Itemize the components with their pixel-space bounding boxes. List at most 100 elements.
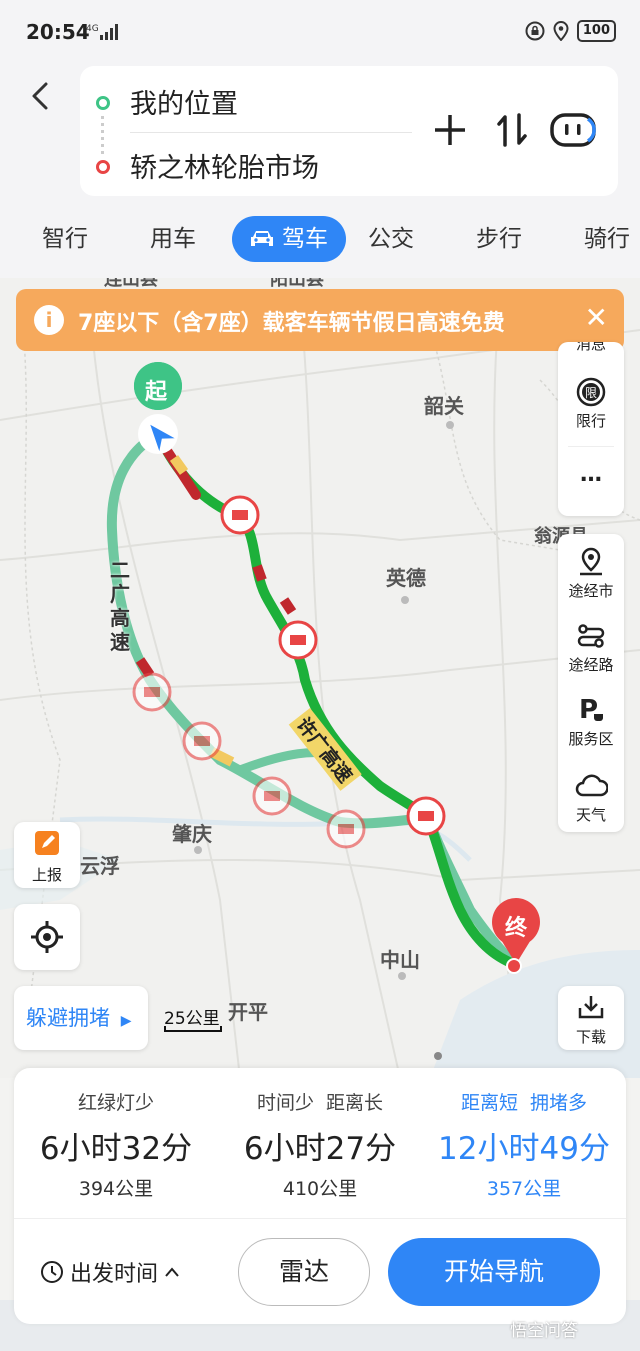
tab-walking[interactable]: 步行 (476, 216, 522, 262)
locate-icon (31, 921, 63, 953)
swap-route-button[interactable] (492, 110, 532, 150)
route-tools: 途经市 途经路 P 服务区 天气 (558, 534, 624, 832)
via-city-icon (580, 547, 602, 576)
more-button[interactable]: … (558, 462, 624, 487)
svg-text:限: 限 (585, 386, 597, 400)
caret-right-icon: ▶ (120, 1013, 132, 1029)
route-option-tags: 红绿灯少 (77, 1092, 154, 1114)
swap-icon (497, 113, 527, 147)
route-option-distance: 357公里 (486, 1178, 562, 1200)
notice-banner: i 7座以下（含7座）载客车辆节假日高速免费 ✕ (16, 289, 624, 351)
service-area-button[interactable]: P 服务区 (558, 694, 624, 749)
tab-car-hailing[interactable]: 用车 (150, 216, 196, 262)
map-tools-top: 消息 限 限行 … (558, 342, 624, 516)
city-yunfu: 云浮 (80, 854, 120, 878)
report-icon (35, 831, 59, 855)
plus-icon (435, 115, 465, 145)
route-option-distance: 410公里 (282, 1178, 358, 1200)
divider (14, 1218, 626, 1219)
city-zhaoqing: 肇庆 (172, 822, 212, 846)
more-icon: … (580, 462, 602, 487)
radar-button[interactable]: 雷达 (238, 1238, 370, 1306)
tab-smart[interactable]: 智行 (42, 216, 88, 262)
via-road-icon (577, 624, 605, 648)
message-label[interactable]: 消息 (558, 342, 624, 356)
start-navigation-button[interactable]: 开始导航 (388, 1238, 600, 1306)
route-panel: 我的位置 轿之林轮胎市场 智行 用车 驾车 公交 步行 骑行 (0, 64, 640, 278)
network-type: 4G (86, 24, 99, 34)
weather-label: 天气 (575, 806, 606, 824)
start-label: 起 (145, 380, 168, 405)
download-icon (578, 996, 604, 1019)
download-label: 下载 (575, 1028, 606, 1046)
city-yingde: 英德 (386, 566, 426, 590)
weather-icon (575, 774, 608, 797)
tab-driving[interactable]: 驾车 (232, 216, 346, 262)
route-connector (101, 116, 104, 156)
restriction-button[interactable]: 限 限行 (558, 376, 624, 431)
origin-field[interactable]: 我的位置 (130, 82, 238, 121)
end-dot-icon (96, 160, 110, 174)
end-label: 终 (505, 916, 528, 941)
close-icon[interactable]: ✕ (585, 301, 608, 334)
route-option-2[interactable]: 时间少 距离长 6小时27分 410公里 (218, 1088, 422, 1201)
via-road-label: 途经路 (568, 656, 614, 674)
tab-driving-label: 驾车 (282, 226, 328, 252)
car-icon (251, 231, 273, 246)
tab-cycling[interactable]: 骑行 (584, 216, 630, 262)
weather-button[interactable]: 天气 (558, 770, 624, 825)
via-city-button[interactable]: 途经市 (558, 546, 624, 601)
route-option-time: 6小时32分 (39, 1131, 193, 1167)
destination-field[interactable]: 轿之林轮胎市场 (130, 146, 319, 185)
chevron-up-icon (165, 1267, 179, 1277)
city-shaoguan: 韶关 (424, 394, 464, 418)
route-card: 我的位置 轿之林轮胎市场 (80, 66, 618, 196)
download-button[interactable]: 下载 (558, 986, 624, 1050)
route-option-time: 6小时27分 (243, 1131, 397, 1167)
locate-button[interactable] (14, 904, 80, 970)
location-icon (553, 21, 569, 41)
tab-transit[interactable]: 公交 (368, 216, 414, 262)
report-label: 上报 (31, 866, 62, 884)
via-road-button[interactable]: 途经路 (558, 620, 624, 675)
route-option-distance: 394公里 (78, 1178, 154, 1200)
map-view[interactable]: 韶关 英德 肇庆 云浮 中山 开平 翁源县 连山县 阳山县 二广高速 许广高速 … (0, 278, 640, 1078)
back-button[interactable] (26, 78, 62, 114)
map-canvas (0, 299, 640, 1078)
info-icon: i (34, 305, 64, 335)
route-option-1[interactable]: 红绿灯少 6小时32分 394公里 (14, 1088, 218, 1201)
battery-indicator: 100 (576, 20, 616, 42)
signal-icon (100, 24, 118, 40)
start-dot-icon (96, 96, 110, 110)
depart-time-label: 出发时间 (70, 1262, 159, 1287)
status-bar: 20:54 4G 100 (0, 0, 640, 64)
avoid-congestion-button[interactable]: 躲避拥堵 ▶ (14, 986, 148, 1050)
service-area-label: 服务区 (568, 730, 614, 748)
report-button[interactable]: 上报 (14, 822, 80, 888)
assistant-icon (550, 113, 596, 147)
travel-mode-tabs: 智行 用车 驾车 公交 步行 骑行 (0, 212, 640, 264)
watermark: 悟空问答 (510, 1321, 578, 1341)
avoid-congestion-label: 躲避拥堵 (26, 1006, 110, 1030)
lock-icon (525, 21, 545, 41)
assistant-button[interactable] (550, 110, 596, 150)
depart-time-button[interactable]: 出发时间 (40, 1256, 180, 1288)
svg-text:P: P (579, 695, 598, 725)
scale-bar (164, 1026, 222, 1032)
add-stop-button[interactable] (430, 110, 470, 150)
route-option-tags: 距离短 拥堵多 (460, 1092, 588, 1114)
notice-text: 7座以下（含7座）载客车辆节假日高速免费 (78, 311, 505, 336)
route-option-3[interactable]: 距离短 拥堵多 12小时49分 357公里 (422, 1088, 626, 1201)
route-option-tags: 时间少 距离长 (256, 1092, 384, 1114)
restriction-label: 限行 (575, 412, 606, 430)
chevron-left-icon (32, 82, 48, 110)
highway-label-left: 二广高速 (110, 558, 130, 654)
status-time: 20:54 (26, 20, 90, 44)
clock-icon (41, 1261, 63, 1283)
city-kaiping: 开平 (228, 1000, 268, 1024)
service-area-icon: P (579, 695, 603, 725)
route-options-sheet: 红绿灯少 6小时32分 394公里 时间少 距离长 6小时27分 410公里 距… (14, 1068, 626, 1324)
route-option-time: 12小时49分 (438, 1131, 610, 1167)
divider (130, 132, 412, 133)
city-zhongshan: 中山 (380, 948, 420, 972)
